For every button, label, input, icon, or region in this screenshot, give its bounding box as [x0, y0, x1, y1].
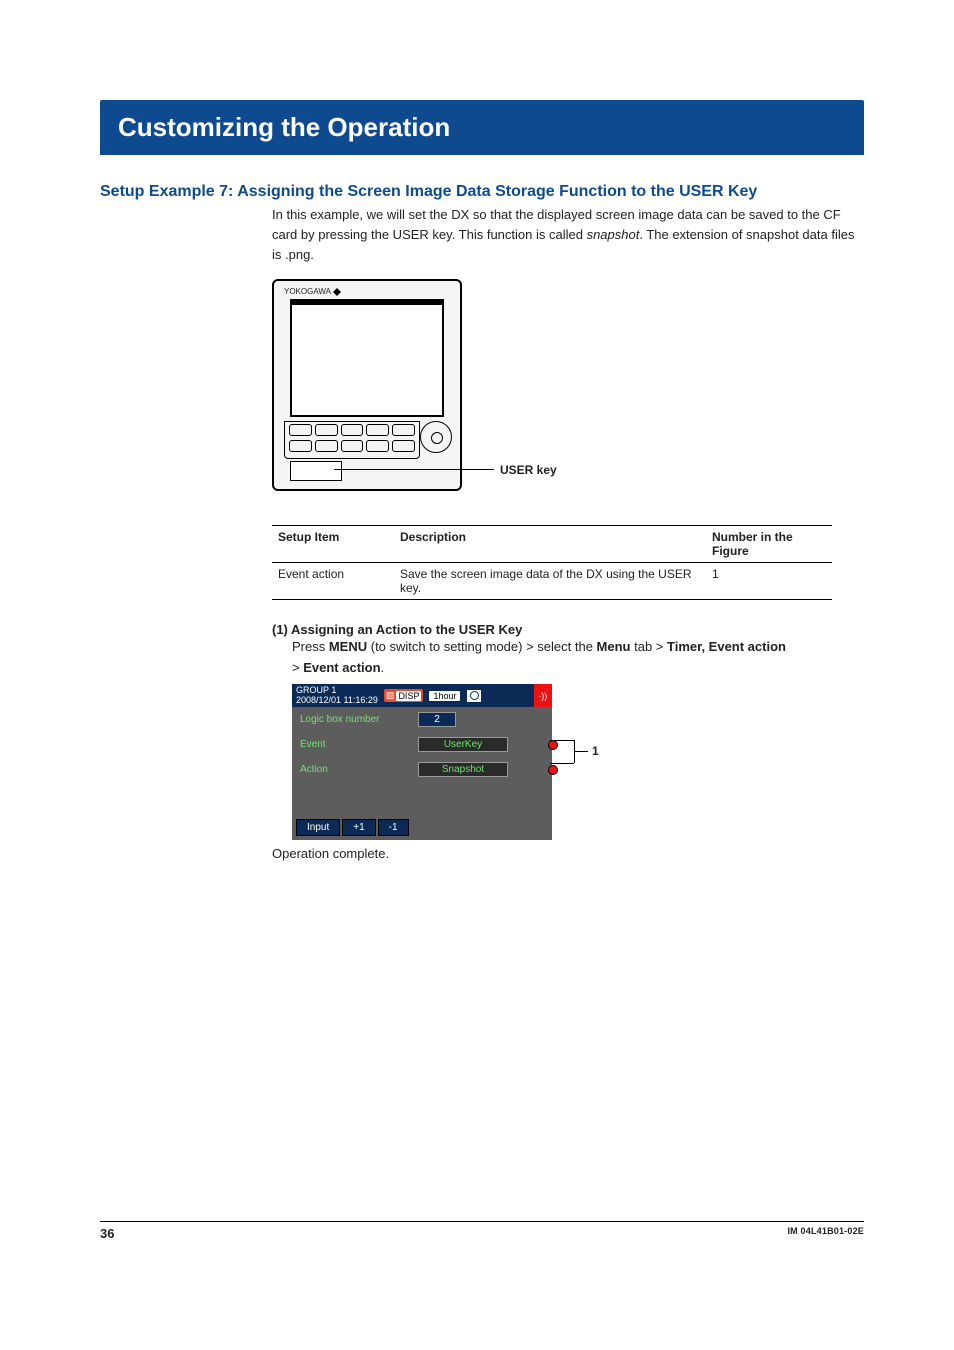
callout-line-1a [550, 740, 574, 741]
t: Press [292, 639, 329, 654]
key-btn [392, 440, 415, 452]
table-row: Event action Save the screen image data … [272, 563, 832, 600]
page-number: 36 [100, 1226, 114, 1241]
table-cell-item: Event action [272, 563, 394, 600]
t-menu: MENU [329, 639, 367, 654]
device-outline: YOKOGAWA [272, 279, 462, 491]
user-key-label: USER key [500, 463, 557, 477]
table-head-desc: Description [394, 526, 706, 563]
logic-label: Logic box number [300, 714, 408, 725]
row-action: Action Snapshot [292, 757, 552, 782]
key-btn [289, 440, 312, 452]
row-logic: Logic box number 2 [292, 707, 552, 732]
table-head-num: Number in the Figure [706, 526, 832, 563]
table-cell-desc: Save the screen image data of the DX usi… [394, 563, 706, 600]
disp-badge: ▧ DISP [384, 689, 424, 702]
key-btn [341, 424, 364, 436]
banner-title: Customizing the Operation [100, 100, 864, 155]
brand-text: YOKOGAWA [284, 287, 331, 296]
footer-plus: +1 [342, 819, 375, 836]
table-head-item: Setup Item [272, 526, 394, 563]
callout-dot-1 [548, 740, 558, 750]
callout-dot-2 [548, 765, 558, 775]
step1-title: (1) Assigning an Action to the USER Key [272, 622, 864, 637]
screenshot-titlebar: GROUP 1 2008/12/01 11:16:29 ▧ DISP 1hour… [292, 684, 552, 708]
callout-1: 1 [592, 744, 599, 758]
speaker-icon: ∙)) [534, 684, 552, 708]
key-btn [289, 424, 312, 436]
section-title: Setup Example 7: Assigning the Screen Im… [100, 183, 864, 201]
key-btn [392, 424, 415, 436]
title-timestamp: 2008/12/01 11:16:29 [296, 696, 378, 706]
screenshot-footer: Input+1-1 [296, 819, 411, 836]
intro-em: snapshot [587, 227, 640, 242]
footer-minus: -1 [378, 819, 409, 836]
setup-table: Setup Item Description Number in the Fig… [272, 525, 832, 600]
key-btn [341, 440, 364, 452]
stop-icon: ▧ [386, 690, 395, 701]
user-key-lead-line [334, 469, 494, 470]
event-value: UserKey [418, 737, 508, 752]
step1-text: Press MENU (to switch to setting mode) >… [292, 637, 864, 677]
t-event-action: Event action [303, 660, 380, 675]
key-btn [366, 424, 389, 436]
table-cell-num: 1 [706, 563, 832, 600]
t: . [381, 660, 385, 675]
operation-complete: Operation complete. [272, 846, 864, 861]
device-dpad [420, 421, 452, 453]
device-drawer [290, 461, 342, 481]
intro-text: In this example, we will set the DX so t… [272, 205, 864, 265]
doc-id: IM 04L41B01-02E [787, 1226, 864, 1241]
callout-line-1c [550, 763, 574, 764]
device-screen [290, 299, 444, 417]
camera-icon [466, 689, 482, 703]
screenshot-area: GROUP 1 2008/12/01 11:16:29 ▧ DISP 1hour… [292, 684, 632, 841]
t-timer: Timer, Event action [667, 639, 786, 654]
indicator-1hour: 1hour [429, 691, 460, 701]
t-menu-tab: Menu [597, 639, 631, 654]
device-keypad [284, 421, 420, 459]
t: (to switch to setting mode) > select the [367, 639, 596, 654]
device-brand: YOKOGAWA [284, 287, 341, 296]
t: > [292, 660, 303, 675]
footer-input: Input [296, 819, 340, 836]
action-label: Action [300, 764, 408, 775]
disp-text: DISP [396, 691, 421, 701]
key-btn [366, 440, 389, 452]
screenshot: GROUP 1 2008/12/01 11:16:29 ▧ DISP 1hour… [292, 684, 552, 841]
key-btn [315, 440, 338, 452]
t: tab > [631, 639, 668, 654]
action-value: Snapshot [418, 762, 508, 777]
callout-line-1d [574, 751, 588, 752]
event-label: Event [300, 739, 408, 750]
key-btn [315, 424, 338, 436]
device-figure: YOKOGAWA [272, 279, 864, 511]
logic-value: 2 [418, 712, 456, 727]
page-footer: 36 IM 04L41B01-02E [100, 1221, 864, 1241]
brand-diamond-icon [333, 288, 341, 296]
row-event: Event UserKey [292, 732, 552, 757]
